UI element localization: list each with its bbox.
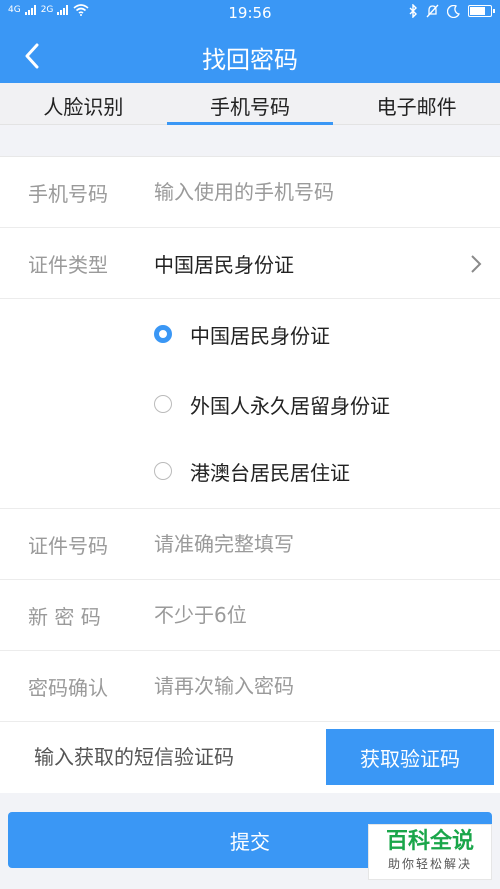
bluetooth-icon <box>409 4 417 18</box>
confirm-password-input[interactable] <box>154 669 480 703</box>
confirm-password-label: 密码确认 <box>28 675 108 700</box>
tab-face-recognition[interactable]: 人脸识别 <box>0 83 167 124</box>
id-option-foreigner-permanent[interactable]: 外国人永久居留身份证 <box>154 384 390 424</box>
id-number-input[interactable] <box>154 527 480 561</box>
tab-bar: 人脸识别 手机号码 电子邮件 <box>0 83 500 125</box>
tab-email[interactable]: 电子邮件 <box>333 83 500 124</box>
status-icons <box>408 4 495 18</box>
radio-unchecked-icon[interactable] <box>154 462 172 480</box>
radio-unchecked-icon[interactable] <box>154 395 172 413</box>
chevron-right-icon <box>471 255 482 273</box>
radio-checked-icon[interactable] <box>154 325 172 343</box>
phone-row: 手机号码 <box>0 157 500 228</box>
id-number-label: 证件号码 <box>28 533 108 558</box>
nav-bar: 找回密码 <box>0 28 500 83</box>
phone-label: 手机号码 <box>28 181 108 206</box>
watermark-title: 百科全说 <box>385 829 474 854</box>
id-option-resident-id[interactable]: 中国居民身份证 <box>154 314 330 354</box>
id-option-label: 外国人永久居留身份证 <box>190 393 390 418</box>
id-option-label: 中国居民身份证 <box>190 323 330 348</box>
id-option-label: 港澳台居民居住证 <box>190 460 350 485</box>
page-title: 找回密码 <box>202 46 298 74</box>
confirm-password-row: 密码确认 <box>0 651 500 722</box>
id-number-row: 证件号码 <box>0 509 500 580</box>
get-code-button[interactable]: 获取验证码 <box>326 729 494 785</box>
battery-icon <box>468 5 495 17</box>
watermark-logo: 百科全说 助你轻松解决 <box>368 824 492 880</box>
bell-muted-icon <box>426 4 439 18</box>
id-type-options: 中国居民身份证 外国人永久居留身份证 港澳台居民居住证 <box>0 299 500 509</box>
tab-phone-number[interactable]: 手机号码 <box>166 83 334 125</box>
moon-icon <box>447 4 460 18</box>
id-option-hk-macao-taiwan[interactable]: 港澳台居民居住证 <box>154 451 350 491</box>
recovery-form: 手机号码 证件类型 中国居民身份证 中国居民身份证 外国人永久居留身份证 港澳台… <box>0 156 500 793</box>
new-password-label: 新 密 码 <box>28 604 101 629</box>
id-type-row[interactable]: 证件类型 中国居民身份证 <box>0 228 500 299</box>
status-bar: 4G 2G 19:56 <box>0 0 500 28</box>
new-password-row: 新 密 码 <box>0 580 500 651</box>
watermark-subtitle: 助你轻松解决 <box>387 857 472 871</box>
sms-code-row: 获取验证码 <box>0 722 500 793</box>
phone-input[interactable] <box>154 175 480 209</box>
new-password-input[interactable] <box>154 598 480 632</box>
id-type-label: 证件类型 <box>28 252 108 277</box>
sms-code-input[interactable] <box>34 740 304 774</box>
id-type-value: 中国居民身份证 <box>154 252 294 277</box>
